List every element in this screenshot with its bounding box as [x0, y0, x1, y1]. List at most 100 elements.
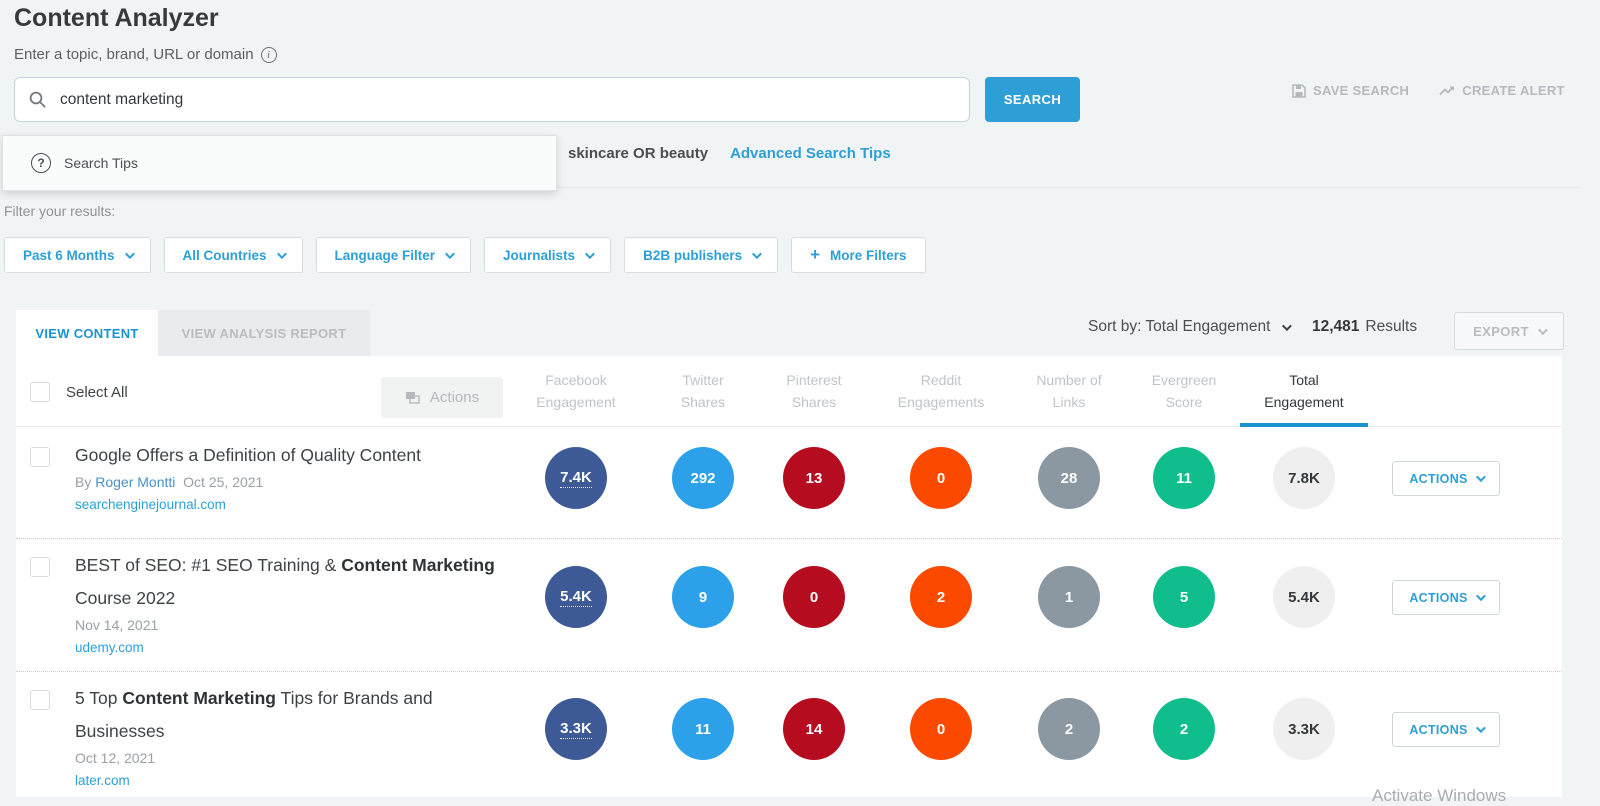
metric-circle-pinterest-shares: 13 — [783, 447, 845, 509]
filter-button-language-filter[interactable]: Language Filter — [315, 237, 472, 273]
search-query-text: content marketing — [60, 90, 184, 108]
search-icon — [29, 91, 46, 108]
metric-value: 2 — [1064, 720, 1074, 738]
row-actions-label: ACTIONS — [1409, 722, 1468, 737]
metric-circle-number-of-links: 28 — [1038, 447, 1100, 509]
save-search-label: SAVE SEARCH — [1313, 83, 1410, 98]
metric-circle-evergreen-score: 11 — [1153, 447, 1215, 509]
filter-button-b2b-publishers[interactable]: B2B publishers — [624, 237, 779, 273]
row-checkbox[interactable] — [30, 690, 50, 710]
column-header-facebook-engagement[interactable]: Facebook Engagement — [511, 369, 641, 413]
page-title: Content Analyzer — [14, 4, 219, 32]
metric-value: 0 — [936, 469, 946, 487]
result-text-block: 5 Top Content Marketing Tips for Brands … — [75, 682, 505, 790]
row-actions-button[interactable]: ACTIONS — [1392, 580, 1500, 615]
metric-circle-number-of-links: 2 — [1038, 698, 1100, 760]
search-button[interactable]: SEARCH — [985, 77, 1080, 122]
metric-value: 9 — [698, 588, 708, 606]
column-header-line2: Score — [1165, 394, 1203, 410]
metric-value: 1 — [1064, 588, 1074, 606]
chevron-down-icon — [1475, 723, 1486, 734]
metric-circle-reddit-engagements: 0 — [910, 698, 972, 760]
filter-row: Past 6 Months All Countries Language Filte… — [4, 237, 926, 273]
more-filters-button[interactable]: + More Filters — [791, 237, 926, 273]
metric-circle-facebook-engagement: 3.3K — [545, 698, 607, 760]
search-tips-dropdown[interactable]: ? Search Tips — [2, 135, 557, 191]
result-domain-link[interactable]: later.com — [75, 773, 130, 788]
row-actions-button[interactable]: ACTIONS — [1392, 712, 1500, 747]
chevron-down-icon — [124, 248, 135, 259]
search-input[interactable]: content marketing — [14, 77, 970, 122]
select-all-checkbox[interactable] — [30, 382, 50, 402]
metric-value: 292 — [690, 469, 716, 487]
byline-prefix: By — [75, 474, 96, 490]
export-label: EXPORT — [1473, 323, 1529, 339]
filter-button-label: Past 6 Months — [23, 247, 115, 263]
column-header-reddit-engagements[interactable]: Reddit Engagements — [876, 369, 1006, 413]
metric-value: 2 — [936, 588, 946, 606]
chevron-down-icon — [445, 248, 455, 259]
result-title-link[interactable]: Google Offers a Definition of Quality Co… — [75, 439, 505, 472]
filter-button-label: All Countries — [182, 247, 267, 263]
metric-circle-total-engagement: 3.3K — [1273, 698, 1335, 760]
metric-value: 11 — [1176, 469, 1192, 487]
metric-circle-twitter-shares: 292 — [672, 447, 734, 509]
save-search-button[interactable]: SAVE SEARCH — [1292, 83, 1409, 98]
row-checkbox[interactable] — [30, 557, 50, 577]
result-date: Oct 12, 2021 — [75, 750, 156, 766]
result-domain-link[interactable]: searchenginejournal.com — [75, 497, 226, 512]
tab-view-content[interactable]: VIEW CONTENT — [16, 310, 158, 356]
result-author-link[interactable]: Roger Montti — [95, 474, 175, 490]
create-alert-label: CREATE ALERT — [1462, 83, 1565, 98]
chevron-down-icon — [1475, 591, 1486, 602]
filter-button-past-6-months[interactable]: Past 6 Months — [4, 237, 151, 273]
column-header-total-engagement[interactable]: Total Engagement — [1239, 369, 1369, 413]
table-row: 5 Top Content Marketing Tips for Brands … — [16, 672, 1562, 796]
table-header-row: Select All Actions Facebook Engagement Twi… — [16, 356, 1562, 427]
search-subtitle: Enter a topic, brand, URL or domain — [14, 46, 254, 63]
bulk-actions-button[interactable]: Actions — [381, 377, 503, 418]
sort-by-dropdown[interactable]: Sort by: Total Engagement — [1088, 318, 1293, 336]
chevron-down-icon — [1475, 472, 1486, 483]
result-date: Oct 25, 2021 — [175, 474, 264, 490]
metric-circle-reddit-engagements: 0 — [910, 447, 972, 509]
metric-circle-facebook-engagement: 5.4K — [545, 566, 607, 628]
chevron-down-icon — [1282, 320, 1293, 331]
search-tips-label: Search Tips — [64, 155, 138, 171]
export-button[interactable]: EXPORT — [1454, 312, 1564, 350]
metric-value: 11 — [695, 720, 711, 738]
metric-circle-twitter-shares: 11 — [672, 698, 734, 760]
create-alert-button[interactable]: CREATE ALERT — [1439, 83, 1565, 98]
column-header-pinterest-shares[interactable]: Pinterest Shares — [749, 369, 879, 413]
filter-button-all-countries[interactable]: All Countries — [163, 237, 303, 273]
result-text-block: Google Offers a Definition of Quality Co… — [75, 439, 505, 514]
result-text-block: BEST of SEO: #1 SEO Training & Content M… — [75, 549, 505, 657]
result-title-text: Google Offers a Definition of Quality Co… — [75, 445, 421, 465]
filter-results-label: Filter your results: — [4, 203, 116, 219]
metric-value: 5.4K — [560, 587, 592, 607]
result-title-highlight: Content Marketing — [341, 555, 495, 575]
column-header-evergreen-score[interactable]: Evergreen Score — [1119, 369, 1249, 413]
info-icon[interactable]: i — [260, 46, 277, 63]
more-filters-label: More Filters — [830, 247, 907, 263]
tab-view-analysis-report[interactable]: VIEW ANALYSIS REPORT — [158, 310, 370, 356]
metric-value: 0 — [809, 588, 819, 606]
result-title-link[interactable]: 5 Top Content Marketing Tips for Brands … — [75, 682, 505, 748]
filter-button-label: B2B publishers — [643, 247, 743, 263]
question-mark-icon: ? — [31, 153, 51, 173]
result-byline: Nov 14, 2021 — [75, 617, 505, 633]
advanced-search-tips-link[interactable]: Advanced Search Tips — [730, 145, 891, 162]
metric-value: 13 — [805, 469, 823, 487]
result-domain-link[interactable]: udemy.com — [75, 640, 144, 655]
column-header-number-of-links[interactable]: Number of Links — [1004, 369, 1134, 413]
chevron-down-icon — [752, 248, 762, 259]
column-header-line1: Total — [1289, 372, 1319, 388]
row-actions-button[interactable]: ACTIONS — [1392, 461, 1500, 496]
row-checkbox[interactable] — [30, 447, 50, 467]
select-all-label: Select All — [66, 384, 128, 401]
filter-button-journalists[interactable]: Journalists — [484, 237, 612, 273]
chevron-down-icon — [276, 248, 287, 259]
metric-value: 7.4K — [560, 468, 592, 488]
result-title-link[interactable]: BEST of SEO: #1 SEO Training & Content M… — [75, 549, 505, 615]
bulk-actions-label: Actions — [429, 389, 480, 406]
